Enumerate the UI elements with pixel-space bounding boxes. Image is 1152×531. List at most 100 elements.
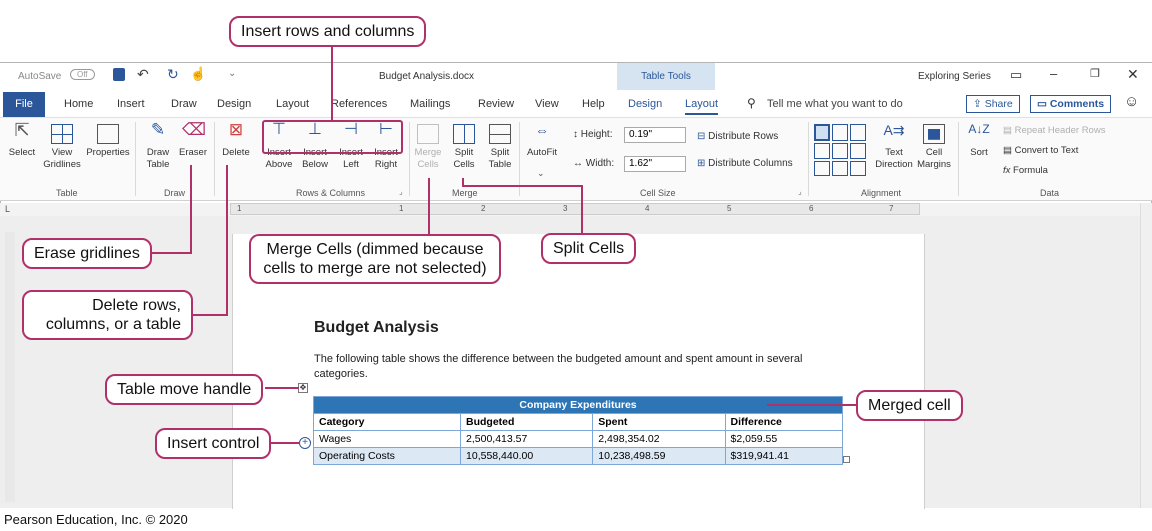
group-data-label: Data <box>1040 188 1060 198</box>
table-cell[interactable]: 10,558,440.00 <box>460 447 594 465</box>
merge-cells-button[interactable]: Merge Cells <box>408 124 448 171</box>
height-row: ↕ Height: <box>573 129 612 140</box>
group-rows-columns-label: Rows & Columns <box>296 188 366 198</box>
ribbon-display-icon[interactable]: ▭ <box>1010 67 1022 83</box>
table-cell[interactable]: Operating Costs <box>312 447 462 465</box>
undo-icon[interactable]: ↶ <box>137 66 149 83</box>
table-cell[interactable]: 10,238,498.59 <box>592 447 726 465</box>
tab-references[interactable]: References <box>331 98 387 110</box>
split-cells-button[interactable]: Split Cells <box>444 124 484 171</box>
close-icon[interactable]: ✕ <box>1127 66 1139 83</box>
group-divider <box>135 122 136 196</box>
text-direction-label: Text Direction <box>875 147 913 170</box>
insert-control[interactable]: + <box>299 437 311 449</box>
dialog-launcher-icon[interactable]: ⌟ <box>798 187 802 196</box>
tab-review[interactable]: Review <box>478 98 514 110</box>
tab-home[interactable]: Home <box>64 98 93 110</box>
callout-table-move-handle: Table move handle <box>105 374 264 405</box>
redo-icon[interactable]: ↻ <box>167 66 179 83</box>
column-header[interactable]: Spent <box>592 413 726 431</box>
table-resize-handle[interactable] <box>843 456 850 463</box>
distribute-columns-icon: ⊞ <box>697 158 709 169</box>
tab-table-design[interactable]: Design <box>628 98 662 110</box>
tab-mailings[interactable]: Mailings <box>410 98 450 110</box>
callout-merged-cell: Merged cell <box>856 390 963 421</box>
tab-layout[interactable]: Layout <box>276 98 309 110</box>
tab-table-layout[interactable]: Layout <box>685 98 719 115</box>
customize-icon[interactable]: ⌄ <box>228 68 236 79</box>
align-center-left-icon[interactable] <box>814 143 830 159</box>
distribute-rows-button[interactable]: ⊟ Distribute Rows <box>697 131 778 142</box>
align-bottom-right-icon[interactable] <box>850 160 866 176</box>
autofit-icon: ⇔ <box>535 122 549 138</box>
series-label: Exploring Series <box>918 71 991 82</box>
expenditures-table: Company Expenditures Category Budgeted S… <box>312 396 844 465</box>
comments-button[interactable]: ▭ Comments <box>1030 95 1112 113</box>
align-center-right-icon[interactable] <box>850 143 866 159</box>
minimize-icon[interactable]: – <box>1050 66 1057 81</box>
autofit-button[interactable]: ⇔ AutoFit <box>522 122 562 159</box>
smiley-icon[interactable]: ☺ <box>1124 93 1139 110</box>
autosave-toggle[interactable]: Off <box>70 69 95 80</box>
tab-selector-icon[interactable]: L <box>5 204 10 214</box>
draw-table-button[interactable]: ✎ Draw Table <box>138 121 178 171</box>
touch-mode-icon[interactable]: ☝ <box>190 66 206 82</box>
table-cell[interactable]: Wages <box>312 430 462 448</box>
share-icon: ⇪ <box>973 98 985 110</box>
table-cell[interactable]: 2,498,354.02 <box>592 430 726 448</box>
merged-title-cell[interactable]: Company Expenditures <box>313 396 843 414</box>
tab-file[interactable]: File <box>3 92 45 117</box>
autosave-label: AutoSave <box>18 71 62 82</box>
repeat-header-rows-button[interactable]: ▤ Repeat Header Rows <box>1003 125 1105 136</box>
properties-button[interactable]: Properties <box>85 124 131 159</box>
table-cell[interactable]: $2,059.55 <box>724 430 844 448</box>
distribute-columns-button[interactable]: ⊞ Distribute Columns <box>697 158 793 169</box>
height-input[interactable]: 0.19" <box>624 127 686 143</box>
align-bottom-left-icon[interactable] <box>814 160 830 176</box>
formula-icon: fx <box>1003 165 1014 176</box>
vertical-scrollbar[interactable] <box>1140 203 1152 508</box>
eraser-button[interactable]: ⌫ Eraser <box>173 121 213 159</box>
repeat-header-icon: ▤ <box>1003 125 1015 136</box>
comment-icon: ▭ <box>1037 98 1050 110</box>
tab-insert[interactable]: Insert <box>117 98 145 110</box>
width-input[interactable]: 1.62" <box>624 156 686 172</box>
delete-button[interactable]: ⊠ Delete <box>216 121 256 159</box>
view-gridlines-button[interactable]: View Gridlines <box>42 124 82 171</box>
align-center-icon[interactable] <box>832 143 848 159</box>
group-alignment-label: Alignment <box>861 188 902 198</box>
column-header[interactable]: Category <box>312 413 462 431</box>
tab-view[interactable]: View <box>535 98 559 110</box>
align-bottom-center-icon[interactable] <box>832 160 848 176</box>
tab-help[interactable]: Help <box>582 98 605 110</box>
merge-cells-icon <box>417 124 439 144</box>
sort-button[interactable]: A↓Z Sort <box>961 123 997 159</box>
chevron-down-icon[interactable]: ⌄ <box>537 168 545 179</box>
group-divider <box>214 122 215 196</box>
column-header[interactable]: Difference <box>724 413 844 431</box>
share-button[interactable]: ⇪ Share <box>966 95 1020 113</box>
align-top-center-icon[interactable] <box>832 124 848 142</box>
cell-margins-button[interactable]: Cell Margins <box>914 124 954 171</box>
table-cell[interactable]: $319,941.41 <box>724 447 844 465</box>
align-top-left-icon[interactable] <box>814 124 830 142</box>
dialog-launcher-icon[interactable]: ⌟ <box>399 187 403 196</box>
tab-draw[interactable]: Draw <box>171 98 197 110</box>
restore-icon[interactable]: ❐ <box>1090 67 1100 80</box>
select-button[interactable]: ⇱ Select <box>2 121 42 159</box>
table-cell[interactable]: 2,500,413.57 <box>460 430 594 448</box>
horizontal-ruler: 1 1 2 3 4 5 6 7 <box>230 203 920 215</box>
delete-label: Delete <box>222 147 250 158</box>
formula-button[interactable]: fx Formula <box>1003 165 1048 176</box>
save-icon[interactable] <box>113 68 125 81</box>
width-label: Width: <box>585 158 615 169</box>
text-direction-button[interactable]: A⇉ Text Direction <box>872 123 916 171</box>
align-top-right-icon[interactable] <box>850 124 866 142</box>
table-move-handle[interactable]: ✥ <box>298 383 308 393</box>
tab-design[interactable]: Design <box>217 98 251 110</box>
distribute-columns-label: Distribute Columns <box>708 158 793 169</box>
column-header[interactable]: Budgeted <box>460 413 594 431</box>
tell-me-input[interactable]: Tell me what you want to do <box>767 98 903 110</box>
convert-to-text-button[interactable]: ▤ Convert to Text <box>1003 145 1078 156</box>
split-table-button[interactable]: Split Table <box>480 124 520 171</box>
